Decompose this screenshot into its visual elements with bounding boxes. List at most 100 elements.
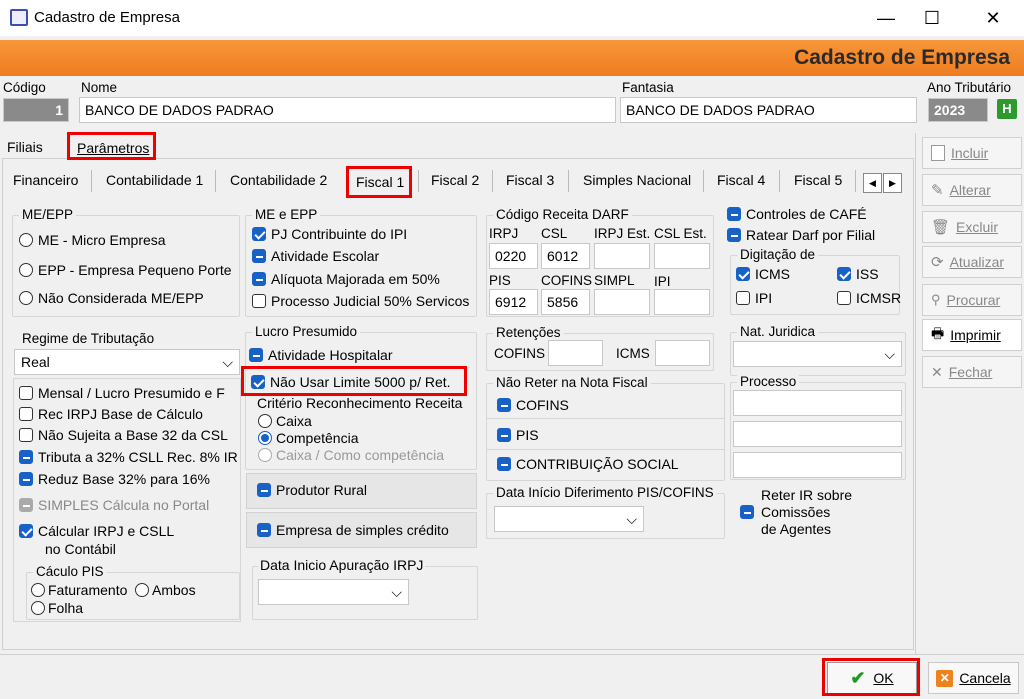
alterar-button[interactable]: ✎ Alterar xyxy=(922,174,1022,206)
check-produtor-rural-box[interactable] xyxy=(257,483,271,497)
radio-faturamento-icon[interactable] xyxy=(31,583,45,597)
processo-field-1[interactable] xyxy=(733,390,902,416)
tab-fiscal-4[interactable]: Fiscal 4 xyxy=(717,172,765,188)
ano-help-button[interactable]: H xyxy=(997,99,1017,119)
radio-epp[interactable]: EPP - Empresa Pequeno Porte xyxy=(19,262,232,278)
retencoes-icms-field[interactable] xyxy=(655,340,710,366)
check-digit-ipi-box[interactable] xyxy=(736,291,750,305)
radio-competencia-icon[interactable] xyxy=(258,431,272,445)
check-digit-iss[interactable]: ISS xyxy=(837,266,879,282)
radio-nao-considerada-icon[interactable] xyxy=(19,291,33,305)
imprimir-button[interactable]: 🖶 Imprimir xyxy=(922,319,1022,351)
check-controles-cafe[interactable]: Controles de CAFÉ xyxy=(727,206,867,222)
check-calcular-irpj-box[interactable] xyxy=(19,524,33,538)
check-digit-icmsr[interactable]: ICMSR xyxy=(837,290,901,306)
check-nao-reter-cofins[interactable]: COFINS xyxy=(497,397,569,413)
tab-simples-nacional[interactable]: Simples Nacional xyxy=(583,172,691,188)
retencoes-cofins-field[interactable] xyxy=(548,340,603,366)
check-aliquota-majorada-box[interactable] xyxy=(252,272,266,286)
tab-fiscal-5[interactable]: Fiscal 5 xyxy=(794,172,842,188)
radio-folha-icon[interactable] xyxy=(31,601,45,615)
tab-contabilidade-2[interactable]: Contabilidade 2 xyxy=(230,172,327,188)
check-ratear-darf-box[interactable] xyxy=(727,228,741,242)
check-reter-ir[interactable] xyxy=(740,503,754,520)
check-processo-judicial[interactable]: Processo Judicial 50% Servicos xyxy=(252,293,469,309)
darf-ipi-field[interactable] xyxy=(654,289,710,315)
check-mensal[interactable]: Mensal / Lucro Presumido e F xyxy=(19,385,225,401)
check-digit-icmsr-box[interactable] xyxy=(837,291,851,305)
tab-filiais[interactable]: Filiais xyxy=(7,139,43,155)
check-aliquota-majorada[interactable]: Alíquota Majorada em 50% xyxy=(252,271,440,287)
check-digit-icms[interactable]: ICMS xyxy=(736,266,790,282)
check-nao-reter-contribuicao-box[interactable] xyxy=(497,457,511,471)
check-processo-judicial-box[interactable] xyxy=(252,294,266,308)
check-reduz-base[interactable]: Reduz Base 32% para 16% xyxy=(19,471,210,487)
check-ratear-darf[interactable]: Ratear Darf por Filial xyxy=(727,227,875,243)
excluir-button[interactable]: 🗑 Excluir xyxy=(922,211,1022,243)
check-atividade-hospitalar-box[interactable] xyxy=(249,348,263,362)
check-reter-ir-box[interactable] xyxy=(740,505,754,520)
tab-scroll-left-button[interactable]: ◀ xyxy=(863,173,882,193)
radio-ambos-icon[interactable] xyxy=(135,583,149,597)
radio-folha[interactable]: Folha xyxy=(31,600,83,616)
radio-caixa[interactable]: Caixa xyxy=(258,413,312,429)
tab-fiscal-3[interactable]: Fiscal 3 xyxy=(506,172,554,188)
check-rec-irpj[interactable]: Rec IRPJ Base de Cálculo xyxy=(19,406,203,422)
darf-cofins-field[interactable]: 5856 xyxy=(541,289,590,315)
regime-select[interactable]: Real ⌵ xyxy=(14,349,240,375)
tab-scroll-right-button[interactable]: ▶ xyxy=(883,173,902,193)
tab-contabilidade-1[interactable]: Contabilidade 1 xyxy=(106,172,203,188)
radio-nao-considerada[interactable]: Não Considerada ME/EPP xyxy=(19,290,204,306)
radio-ambos[interactable]: Ambos xyxy=(135,582,196,598)
tab-financeiro[interactable]: Financeiro xyxy=(13,172,78,188)
check-digit-iss-box[interactable] xyxy=(837,267,851,281)
darf-csl-est-field[interactable] xyxy=(654,243,710,269)
check-reduz-base-box[interactable] xyxy=(19,472,33,486)
radio-me[interactable]: ME - Micro Empresa xyxy=(19,232,166,248)
nat-juridica-select[interactable]: ⌵ xyxy=(733,341,902,367)
darf-csl-field[interactable]: 6012 xyxy=(541,243,590,269)
minimize-button[interactable]: — xyxy=(863,0,909,36)
processo-field-2[interactable] xyxy=(733,421,902,447)
check-atividade-hospitalar[interactable]: Atividade Hospitalar xyxy=(249,347,393,363)
check-simples-credito[interactable]: Empresa de simples crédito xyxy=(257,522,449,538)
check-tributa-32[interactable]: Tributa a 32% CSLL Rec. 8% IR xyxy=(19,449,238,465)
check-pj-ipi[interactable]: PJ Contribuinte do IPI xyxy=(252,226,407,242)
check-nao-reter-pis-box[interactable] xyxy=(497,428,511,442)
check-calcular-irpj[interactable]: Cálcular IRPJ e CSLL xyxy=(19,523,174,539)
check-produtor-rural[interactable]: Produtor Rural xyxy=(257,482,367,498)
check-nao-sujeita-box[interactable] xyxy=(19,428,33,442)
atualizar-button[interactable]: ⟳ Atualizar xyxy=(922,246,1022,278)
check-pj-ipi-box[interactable] xyxy=(252,227,266,241)
darf-irpj-est-field[interactable] xyxy=(594,243,650,269)
darf-pis-field[interactable]: 6912 xyxy=(489,289,538,315)
nome-field[interactable]: BANCO DE DADOS PADRAO xyxy=(79,97,616,123)
darf-irpj-field[interactable]: 0220 xyxy=(489,243,538,269)
check-digit-icms-box[interactable] xyxy=(736,267,750,281)
close-button[interactable]: ✕ xyxy=(970,0,1016,36)
check-rec-irpj-box[interactable] xyxy=(19,407,33,421)
check-atividade-escolar[interactable]: Atividade Escolar xyxy=(252,248,379,264)
tab-fiscal-2[interactable]: Fiscal 2 xyxy=(431,172,479,188)
check-nao-reter-cofins-box[interactable] xyxy=(497,398,511,412)
radio-faturamento[interactable]: Faturamento xyxy=(31,582,127,598)
check-digit-ipi[interactable]: IPI xyxy=(736,290,772,306)
check-controles-cafe-box[interactable] xyxy=(727,207,741,221)
maximize-button[interactable]: ☐ xyxy=(909,0,955,36)
radio-me-icon[interactable] xyxy=(19,233,33,247)
cancel-button[interactable]: ✕ Cancela xyxy=(928,662,1019,694)
fantasia-field[interactable]: BANCO DE DADOS PADRAO xyxy=(620,97,917,123)
check-simples-credito-box[interactable] xyxy=(257,523,271,537)
fechar-button[interactable]: ✕ Fechar xyxy=(922,356,1022,388)
data-irpj-select[interactable]: ⌵ xyxy=(258,579,409,605)
data-diferimento-select[interactable]: ⌵ xyxy=(494,506,644,532)
check-mensal-box[interactable] xyxy=(19,386,33,400)
radio-caixa-icon[interactable] xyxy=(258,414,272,428)
check-tributa-32-box[interactable] xyxy=(19,450,33,464)
check-nao-reter-pis[interactable]: PIS xyxy=(497,427,539,443)
radio-epp-icon[interactable] xyxy=(19,263,33,277)
check-atividade-escolar-box[interactable] xyxy=(252,249,266,263)
processo-field-3[interactable] xyxy=(733,452,902,478)
radio-competencia[interactable]: Competência xyxy=(258,430,359,446)
ano-tributario-field[interactable]: 2023 xyxy=(928,98,988,122)
